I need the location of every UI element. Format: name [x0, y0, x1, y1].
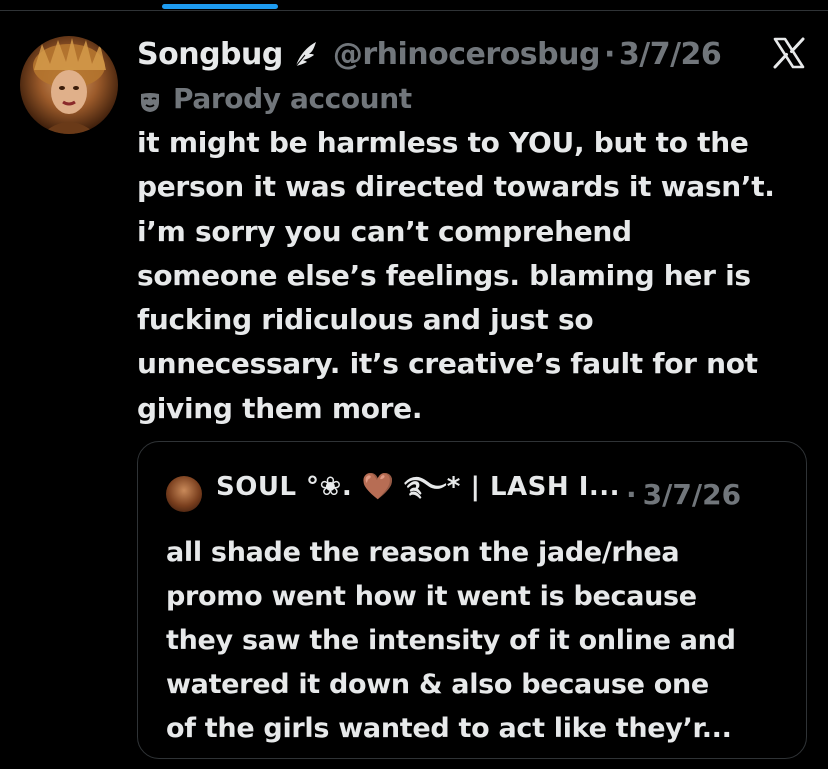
quote-text-line: promo went how it went is because	[166, 581, 697, 612]
parody-text: Parody account	[173, 81, 412, 115]
tweet-text-line: fucking ridiculous and just so	[137, 303, 594, 337]
mask-icon	[139, 87, 161, 112]
quote-author-name[interactable]: SOUL °❀. 🤎 ࿐* | LASH I...	[216, 458, 620, 531]
tweet-date[interactable]: 3/7/26	[619, 37, 722, 72]
tweet-text-line: it might be harmless to YOU, but to the	[137, 126, 749, 159]
quote-text-line: they saw the intensity of it online and	[166, 625, 736, 656]
x-logo-icon[interactable]	[772, 36, 806, 70]
parody-label: Parody account	[139, 80, 412, 116]
avatar[interactable]	[20, 36, 118, 134]
tweet-text-line: i’m sorry you can’t comprehend	[137, 214, 632, 248]
wing-icon	[293, 39, 319, 69]
quote-text-line: watered it down & also because one	[166, 669, 709, 700]
tweet-text: it might be harmless to YOU, but to the …	[137, 121, 817, 431]
tweet-text-line: giving them more.	[137, 391, 423, 425]
tweet-text-line: unnecessary. it’s creative’s fault for n…	[137, 347, 758, 381]
tweet-header: Songbug @rhinocerosbug · 3/7/26	[137, 32, 722, 76]
tweet-text-line: person it was directed towards it wasn’t…	[137, 170, 775, 204]
divider	[0, 10, 828, 11]
tweet-text-line: someone else’s feelings. blaming her is	[137, 258, 751, 292]
quote-text-line: all shade the reason the jade/rhea	[166, 537, 680, 568]
quote-text-line: of the girls wanted to act like they’r..…	[166, 713, 732, 744]
quote-tweet-card[interactable]: SOUL °❀. 🤎 ࿐* | LASH I... · 3/7/26 all s…	[137, 441, 807, 759]
quote-date[interactable]: 3/7/26	[643, 478, 741, 511]
quote-text: all shade the reason the jade/rhea promo…	[166, 531, 796, 751]
separator-dot: ·	[626, 477, 637, 511]
separator-dot: ·	[603, 36, 615, 72]
tab-indicator	[162, 4, 278, 9]
quote-avatar[interactable]	[166, 476, 202, 512]
quote-header: SOUL °❀. 🤎 ࿐* | LASH I... · 3/7/26	[166, 472, 741, 514]
handle[interactable]: @rhinocerosbug	[333, 37, 601, 72]
display-name[interactable]: Songbug	[137, 37, 283, 72]
